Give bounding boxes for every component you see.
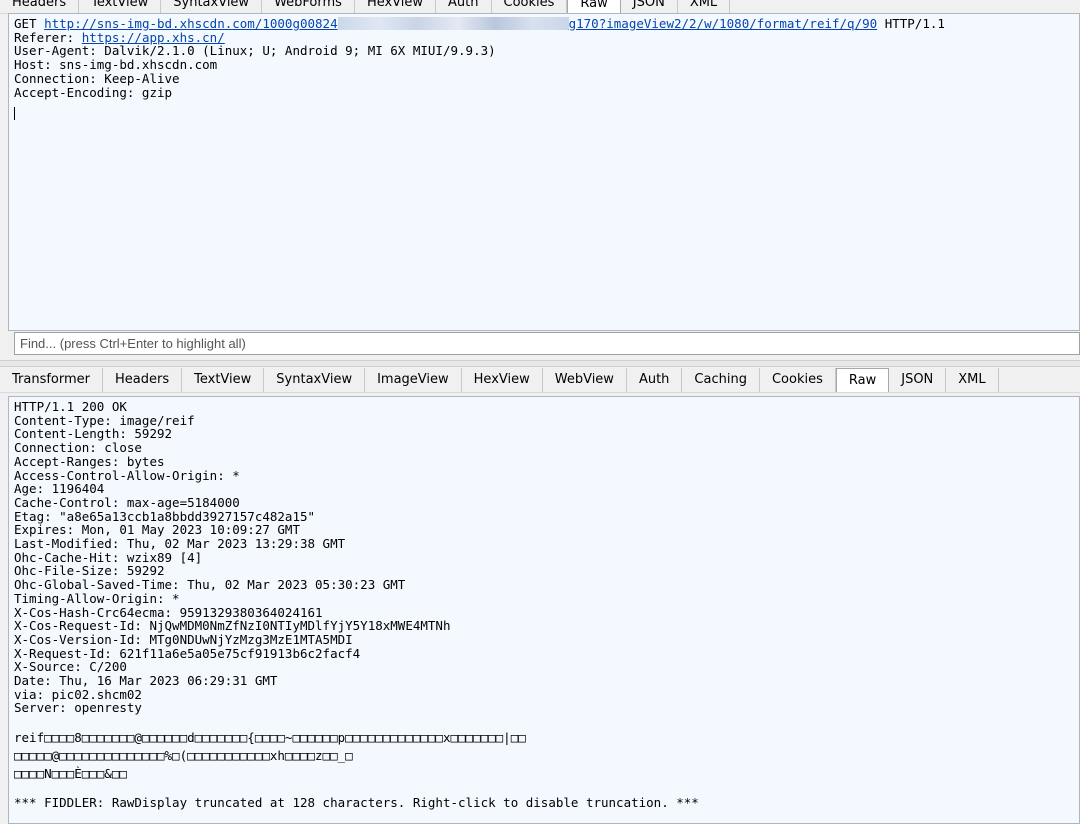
- response-header-line: Connection: close: [14, 440, 142, 456]
- response-header-line: X-Cos-Hash-Crc64ecma: 959132938036402416…: [14, 604, 323, 620]
- text-cursor: [14, 107, 15, 121]
- response-tab-cookies[interactable]: Cookies: [760, 368, 836, 392]
- request-tab-raw[interactable]: Raw: [567, 0, 621, 13]
- response-header-line: via: pic02.shcm02: [14, 686, 142, 702]
- request-protocol: HTTP/1.1: [884, 16, 945, 31]
- response-tab-syntaxview[interactable]: SyntaxView: [264, 368, 366, 392]
- response-header-line: Etag: "a8e65a13ccb1a8bbdd3927157c482a15": [14, 508, 316, 524]
- response-header-line: Date: Thu, 16 Mar 2023 06:29:31 GMT: [14, 673, 278, 689]
- response-tab-textview[interactable]: TextView: [182, 368, 265, 392]
- request-header-line: Host: sns-img-bd.xhscdn.com: [14, 57, 218, 73]
- response-header-line: Last-Modified: Thu, 02 Mar 2023 13:29:38…: [14, 536, 346, 552]
- response-header-line: X-Cos-Request-Id: NjQwMDM0NmZfNzI0NTIyMD…: [14, 618, 451, 634]
- response-tab-json[interactable]: JSON: [889, 368, 947, 392]
- response-header-line: Expires: Mon, 01 May 2023 10:09:27 GMT: [14, 522, 300, 538]
- request-raw-pane[interactable]: GET http://sns-img-bd.xhscdn.com/1000g00…: [8, 13, 1080, 331]
- response-tab-raw[interactable]: Raw: [835, 368, 890, 392]
- response-header-line: Content-Length: 59292: [14, 426, 173, 442]
- response-header-line: Cache-Control: max-age=5184000: [14, 494, 240, 510]
- response-tab-xml[interactable]: XML: [946, 368, 999, 392]
- response-header-line: X-Request-Id: 621f11a6e5a05e75cf91913b6c…: [14, 645, 361, 661]
- response-header-line: Access-Control-Allow-Origin: *: [14, 467, 240, 483]
- response-header-line: HTTP/1.1 200 OK: [14, 399, 127, 414]
- response-tab-webview[interactable]: WebView: [543, 368, 627, 392]
- response-inspector-tabs: Transformer Headers TextView SyntaxView Imag…: [0, 367, 1080, 393]
- response-tab-imageview[interactable]: ImageView: [365, 368, 462, 392]
- request-headers: User-Agent: Dalvik/2.1.0 (Linux; U; Andr…: [14, 44, 1079, 99]
- request-tab-headers[interactable]: Headers: [0, 0, 80, 13]
- response-header-line: X-Cos-Version-Id: MTg0NDUwNjYzMzg3MzE1MT…: [14, 631, 353, 647]
- pane-splitter[interactable]: [0, 360, 1080, 367]
- response-header-line: Timing-Allow-Origin: *: [14, 590, 180, 606]
- find-input[interactable]: [15, 333, 1079, 354]
- response-body-binary: reif□□□□8□□□□□□□@□□□□□□d□□□□□□□{□□□□~□□□…: [14, 729, 1079, 783]
- request-header-line: Connection: Keep-Alive: [14, 70, 180, 86]
- response-tab-transformer[interactable]: Transformer: [0, 368, 104, 392]
- response-header-line: X-Source: C/200: [14, 659, 127, 675]
- request-tab-webforms[interactable]: WebForms: [262, 0, 355, 13]
- response-tab-caching[interactable]: Caching: [682, 368, 760, 392]
- response-header-line: Server: openresty: [14, 700, 142, 716]
- request-tab-syntaxview[interactable]: SyntaxView: [161, 0, 263, 13]
- response-header-line: Accept-Ranges: bytes: [14, 453, 165, 469]
- left-margin: [0, 0, 8, 824]
- referer-line: Referer: https://app.xhs.cn/: [14, 29, 225, 45]
- request-tab-json[interactable]: JSON: [621, 0, 678, 13]
- response-raw-pane[interactable]: HTTP/1.1 200 OK Content-Type: image/reif C…: [8, 396, 1080, 824]
- request-tab-hexview[interactable]: HexView: [355, 0, 437, 13]
- request-inspector-tabs: Headers TextView SyntaxView WebForms HexView…: [0, 0, 1080, 14]
- request-header-line: Accept-Encoding: gzip: [14, 84, 173, 100]
- response-header-line: Age: 1196404: [14, 481, 105, 497]
- request-tab-auth[interactable]: Auth: [436, 0, 492, 13]
- response-tab-hexview[interactable]: HexView: [462, 368, 543, 392]
- request-line: GET http://sns-img-bd.xhscdn.com/1000g00…: [14, 17, 1079, 31]
- request-tab-cookies[interactable]: Cookies: [492, 0, 568, 13]
- response-body-line: □□□□N□□□È□□□&□□: [14, 766, 127, 782]
- response-headers: HTTP/1.1 200 OK Content-Type: image/reif C…: [14, 400, 1079, 715]
- request-header-line: User-Agent: Dalvik/2.1.0 (Linux; U; Andr…: [14, 43, 496, 59]
- truncation-notice: *** FIDDLER: RawDisplay truncated at 128…: [14, 795, 699, 811]
- find-bar: [14, 332, 1080, 355]
- response-body-line: □□□□□@□□□□□□□□□□□□□□%□(□□□□□□□□□□□xh□□□□…: [14, 748, 353, 764]
- response-body-line: reif□□□□8□□□□□□□@□□□□□□d□□□□□□□{□□□□~□□□…: [14, 730, 526, 746]
- request-tab-xml[interactable]: XML: [678, 0, 731, 13]
- response-header-line: Ohc-File-Size: 59292: [14, 563, 165, 579]
- response-header-line: Ohc-Global-Saved-Time: Thu, 02 Mar 2023 …: [14, 577, 406, 593]
- request-tab-textview[interactable]: TextView: [79, 0, 162, 13]
- response-header-line: Content-Type: image/reif: [14, 412, 195, 428]
- redacted-url-segment: [337, 17, 569, 30]
- response-tab-auth[interactable]: Auth: [627, 368, 683, 392]
- response-header-line: Ohc-Cache-Hit: wzix89 [4]: [14, 549, 203, 565]
- response-tab-headers[interactable]: Headers: [103, 368, 183, 392]
